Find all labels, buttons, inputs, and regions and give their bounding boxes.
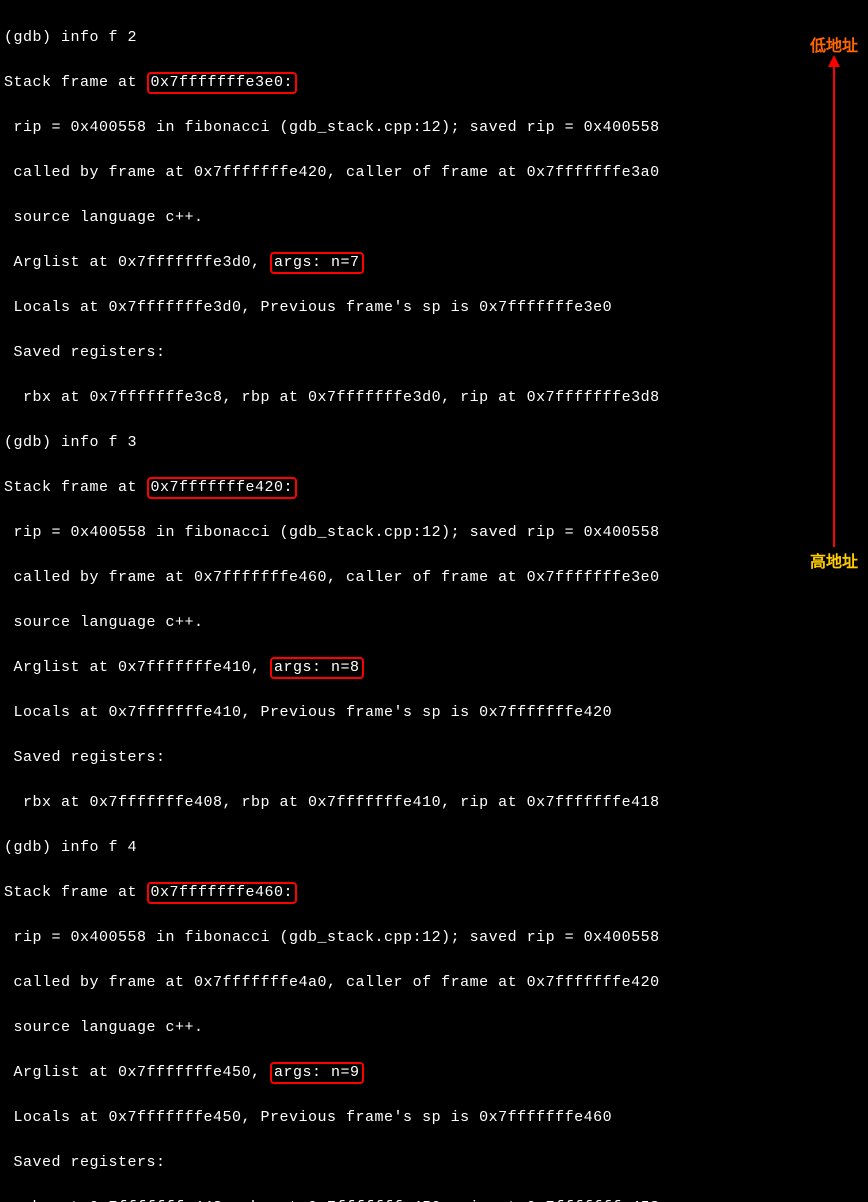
stack-frame-prefix: Stack frame at (4, 74, 147, 91)
locals-line: Locals at 0x7fffffffe3d0, Previous frame… (4, 297, 864, 320)
gdb-terminal-output: (gdb) info f 2 Stack frame at 0x7fffffff… (4, 4, 864, 1202)
called-by-line: called by frame at 0x7fffffffe460, calle… (4, 567, 864, 590)
args-highlight: args: n=8 (270, 657, 364, 679)
source-lang-line: source language c++. (4, 207, 864, 230)
saved-registers-line: rbx at 0x7fffffffe3c8, rbp at 0x7fffffff… (4, 387, 864, 410)
rip-line: rip = 0x400558 in fibonacci (gdb_stack.c… (4, 927, 864, 950)
stack-frame-prefix: Stack frame at (4, 479, 147, 496)
arglist-prefix: Arglist at 0x7fffffffe3d0, (4, 254, 270, 271)
arglist-prefix: Arglist at 0x7fffffffe410, (4, 659, 270, 676)
arrow-line (833, 63, 835, 547)
arglist-line: Arglist at 0x7fffffffe450, args: n=9 (4, 1062, 864, 1085)
stack-frame-line: Stack frame at 0x7fffffffe3e0: (4, 72, 864, 95)
rip-line: rip = 0x400558 in fibonacci (gdb_stack.c… (4, 522, 864, 545)
gdb-command: (gdb) info f 2 (4, 27, 864, 50)
arglist-prefix: Arglist at 0x7fffffffe450, (4, 1064, 270, 1081)
arglist-line: Arglist at 0x7fffffffe3d0, args: n=7 (4, 252, 864, 275)
called-by-line: called by frame at 0x7fffffffe420, calle… (4, 162, 864, 185)
memory-direction-annotation: 低地址 高地址 (810, 35, 858, 575)
source-lang-line: source language c++. (4, 612, 864, 635)
frame-address-highlight: 0x7fffffffe3e0: (147, 72, 298, 94)
gdb-command: (gdb) info f 4 (4, 837, 864, 860)
frame-address-highlight: 0x7fffffffe420: (147, 477, 298, 499)
saved-registers-line: rbx at 0x7fffffffe448, rbp at 0x7fffffff… (4, 1197, 864, 1202)
args-highlight: args: n=7 (270, 252, 364, 274)
arrow-up-icon (828, 55, 840, 67)
saved-registers-line: rbx at 0x7fffffffe408, rbp at 0x7fffffff… (4, 792, 864, 815)
high-address-label: 高地址 (810, 551, 858, 575)
saved-registers-header: Saved registers: (4, 1152, 864, 1175)
frame-address-highlight: 0x7fffffffe460: (147, 882, 298, 904)
arglist-line: Arglist at 0x7fffffffe410, args: n=8 (4, 657, 864, 680)
called-by-line: called by frame at 0x7fffffffe4a0, calle… (4, 972, 864, 995)
source-lang-line: source language c++. (4, 1017, 864, 1040)
rip-line: rip = 0x400558 in fibonacci (gdb_stack.c… (4, 117, 864, 140)
locals-line: Locals at 0x7fffffffe450, Previous frame… (4, 1107, 864, 1130)
stack-frame-prefix: Stack frame at (4, 884, 147, 901)
args-highlight: args: n=9 (270, 1062, 364, 1084)
locals-line: Locals at 0x7fffffffe410, Previous frame… (4, 702, 864, 725)
stack-frame-line: Stack frame at 0x7fffffffe420: (4, 477, 864, 500)
gdb-command: (gdb) info f 3 (4, 432, 864, 455)
saved-registers-header: Saved registers: (4, 342, 864, 365)
saved-registers-header: Saved registers: (4, 747, 864, 770)
stack-frame-line: Stack frame at 0x7fffffffe460: (4, 882, 864, 905)
